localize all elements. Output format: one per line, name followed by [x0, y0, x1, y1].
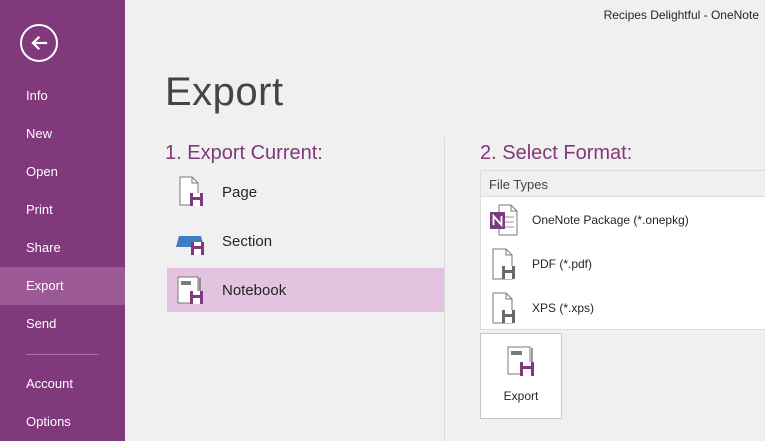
page-icon [175, 176, 207, 208]
sidebar-divider [26, 354, 99, 355]
export-option-page-label: Page [222, 183, 258, 201]
format-pdf-label: PDF (*.pdf) [532, 257, 593, 271]
file-types-list: File Types OneNote Package (*.onepkg) PD… [480, 170, 765, 330]
back-arrow-icon [31, 35, 48, 51]
sidebar-item-info[interactable]: Info [0, 77, 125, 115]
backstage-sidebar: Info New Open Print Share Export Send Ac… [0, 0, 125, 441]
select-format-heading: 2. Select Format: [480, 142, 633, 164]
export-option-notebook[interactable]: Notebook [167, 268, 444, 312]
export-option-page[interactable]: Page [167, 170, 444, 214]
export-button[interactable]: Export [480, 333, 562, 419]
sidebar-item-open[interactable]: Open [0, 153, 125, 191]
export-option-section[interactable]: Section [167, 219, 444, 263]
sidebar-item-export[interactable]: Export [0, 267, 125, 305]
export-current-heading: 1. Export Current: [165, 142, 323, 164]
sidebar-item-new[interactable]: New [0, 115, 125, 153]
sidebar-item-options[interactable]: Options [0, 403, 125, 441]
format-xps[interactable]: XPS (*.xps) [481, 286, 765, 330]
format-xps-label: XPS (*.xps) [532, 301, 595, 315]
sidebar-item-print[interactable]: Print [0, 191, 125, 229]
file-types-header: File Types [481, 170, 765, 197]
export-button-label: Export [503, 389, 539, 403]
section-icon [175, 225, 207, 257]
export-option-section-label: Section [222, 232, 273, 250]
notebook-icon [175, 274, 207, 306]
onenote-package-icon [488, 202, 520, 238]
sidebar-item-share[interactable]: Share [0, 229, 125, 267]
format-pdf[interactable]: PDF (*.pdf) [481, 242, 765, 286]
xps-file-icon [488, 290, 520, 326]
column-divider [444, 137, 445, 441]
window-title: Recipes Delightful - OneNote [603, 8, 759, 22]
export-option-notebook-label: Notebook [222, 281, 287, 299]
format-onepkg-label: OneNote Package (*.onepkg) [532, 213, 689, 227]
back-button[interactable] [20, 24, 58, 62]
sidebar-item-send[interactable]: Send [0, 305, 125, 343]
pdf-file-icon [488, 246, 520, 282]
sidebar-item-account[interactable]: Account [0, 365, 125, 403]
format-onepkg[interactable]: OneNote Package (*.onepkg) [481, 198, 765, 242]
export-save-icon [505, 344, 537, 383]
page-title: Export [165, 70, 284, 114]
